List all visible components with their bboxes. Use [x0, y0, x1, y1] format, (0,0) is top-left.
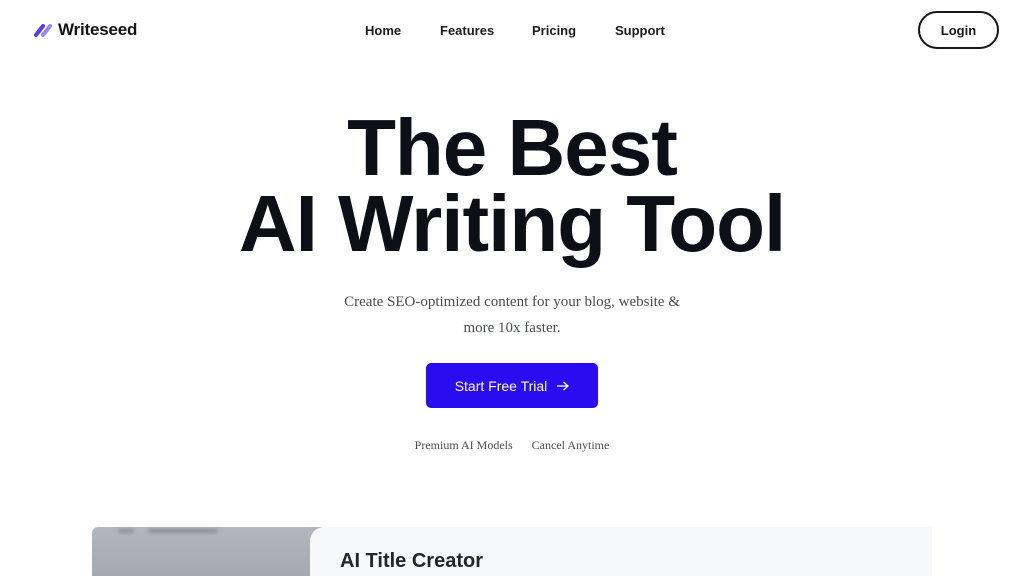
top-header: Writeseed Home Features Pricing Support …: [0, 0, 1024, 62]
hero-title: The Best AI Writing Tool: [0, 103, 1024, 268]
preview-sidebar: [92, 527, 322, 576]
login-button[interactable]: Login: [918, 11, 999, 49]
preview-title: AI Title Creator: [340, 550, 483, 572]
start-free-trial-button[interactable]: Start Free Trial: [426, 363, 598, 408]
main-nav: Home Features Pricing Support: [0, 23, 1024, 39]
hero-subtitle: Create SEO-optimized content for your bl…: [262, 289, 762, 341]
hero-subtitle-line-1: Create SEO-optimized content for your bl…: [344, 294, 680, 310]
cta-label: Start Free Trial: [454, 377, 548, 394]
hero-title-line-1: The Best: [347, 103, 678, 192]
nav-item-support[interactable]: Support: [615, 23, 665, 38]
landing-page: Writeseed Home Features Pricing Support …: [0, 0, 1024, 576]
nav-item-features[interactable]: Features: [440, 23, 494, 38]
hero-title-line-2: AI Writing Tool: [238, 179, 786, 268]
preview-sidebar-label: [148, 529, 218, 533]
hero-subtitle-line-2: more 10x faster.: [463, 320, 561, 336]
nav-item-home[interactable]: Home: [365, 23, 401, 38]
feature-list: Premium AI Models Cancel Anytime: [0, 438, 1024, 453]
feature-premium-ai-models: Premium AI Models: [414, 438, 513, 452]
app-preview: AI Title Creator: [92, 527, 932, 576]
arrow-right-icon: [557, 381, 570, 390]
preview-sidebar-avatar: [118, 529, 134, 533]
feature-cancel-anytime: Cancel Anytime: [531, 438, 610, 452]
preview-main-panel: AI Title Creator: [310, 527, 932, 576]
nav-item-pricing[interactable]: Pricing: [532, 23, 576, 38]
